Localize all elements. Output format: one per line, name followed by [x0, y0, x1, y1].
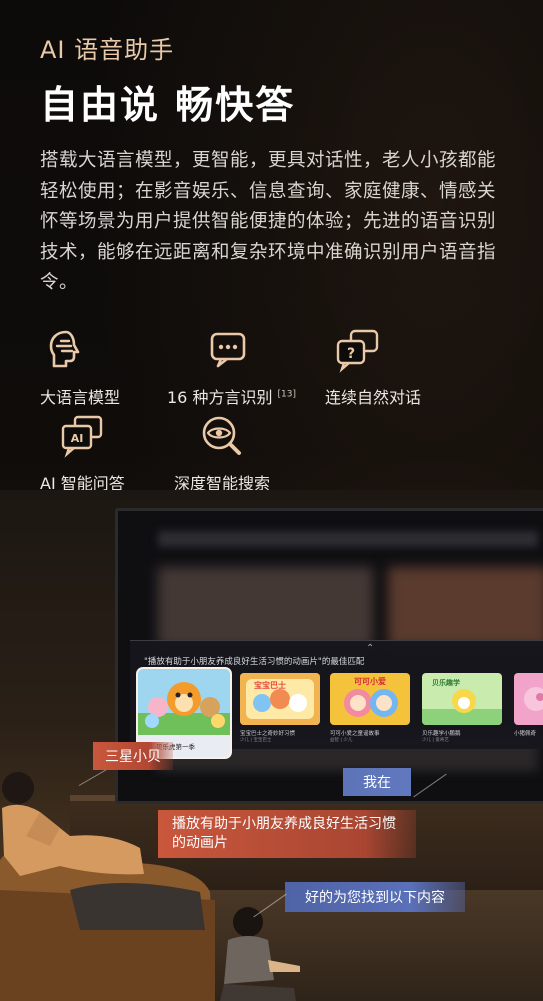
- card-subtitle: 益智 | 少儿: [330, 738, 353, 743]
- tv-banner-right: [388, 567, 543, 647]
- tv-nav-bar: [158, 531, 538, 547]
- result-card[interactable]: 贝乐趣学: [422, 673, 502, 725]
- card-thumbnail: 贝乐趣学: [422, 673, 502, 725]
- feature-deep-search: 深度智能搜索: [174, 412, 270, 494]
- brain-head-icon: [49, 330, 80, 368]
- page-title: 自由说 畅快答: [40, 83, 296, 127]
- chat-dots-icon: [210, 332, 246, 368]
- result-card[interactable]: 宝宝巴士: [240, 673, 320, 725]
- feature-description: 搭载大语言模型，更智能，更具对话性，老人小孩都能轻松使用；在影音娱乐、信息查询、…: [40, 150, 497, 293]
- card-thumbnail: 宝宝巴士: [240, 673, 320, 725]
- feature-ai-qa: AI AI 智能问答: [40, 412, 125, 494]
- card-subtitle: 少儿 | 爱奇艺: [422, 738, 449, 743]
- result-card[interactable]: [514, 673, 543, 725]
- svg-text:贝乐趣学: 贝乐趣学: [432, 678, 460, 687]
- svg-text:可可小爱: 可可小爱: [354, 676, 386, 686]
- person-child-illustration: [220, 907, 300, 1001]
- assistant-result-bubble: 好的为您找到以下内容: [285, 882, 465, 912]
- person-adult-illustration: [2, 772, 144, 876]
- ai-chat-icon: AI: [61, 415, 103, 458]
- feature-label: 连续自然对话: [325, 388, 422, 407]
- section-subtitle: AI 语音助手: [40, 36, 175, 64]
- tv-banner-left: [158, 567, 373, 647]
- svg-text:宝宝巴士: 宝宝巴士: [254, 680, 286, 690]
- voice-result-panel: ⌃ "播放有助于小朋友养成良好生活习惯的动画片"的最佳匹配 萌！贝乐虎第一季 宝…: [130, 640, 543, 757]
- feature-continuous-dialog: ? 连续自然对话: [325, 326, 421, 408]
- feature-label-text: 16 种方言识别: [167, 388, 273, 407]
- feature-llm: 大语言模型: [40, 326, 120, 408]
- eye-search-icon: [202, 416, 241, 455]
- footnote-ref: [13]: [277, 389, 297, 400]
- chevron-up-icon[interactable]: ⌃: [366, 643, 374, 654]
- card-thumbnail: [514, 673, 543, 725]
- svg-text:AI: AI: [71, 432, 84, 445]
- result-card[interactable]: 可可小爱: [330, 673, 410, 725]
- question-chat-icon: ?: [336, 329, 379, 373]
- svg-text:?: ?: [347, 346, 355, 362]
- card-title: 贝乐趣学小鹏鹅: [422, 731, 461, 737]
- card-subtitle: 少儿 | 宝宝巴士: [240, 738, 272, 743]
- feature-label: 大语言模型: [40, 388, 121, 407]
- assistant-reply-bubble: 我在: [343, 768, 411, 796]
- feature-dialect: 16 种方言识别 [13]: [167, 326, 296, 408]
- user-request-bubble: 播放有助于小朋友养成良好生活习惯的动画片: [158, 810, 416, 858]
- card-title: 可可小爱之童谣故事: [330, 731, 380, 737]
- feature-label: 16 种方言识别 [13]: [167, 384, 296, 408]
- card-title: 小猪佩奇: [514, 731, 537, 737]
- search-query-text: "播放有助于小朋友养成良好生活习惯的动画片"的最佳匹配: [144, 657, 365, 667]
- card-thumbnail: [138, 669, 230, 735]
- card-thumbnail: 可可小爱: [330, 673, 410, 725]
- card-title: 宝宝巴士之奇妙好习惯: [240, 731, 296, 737]
